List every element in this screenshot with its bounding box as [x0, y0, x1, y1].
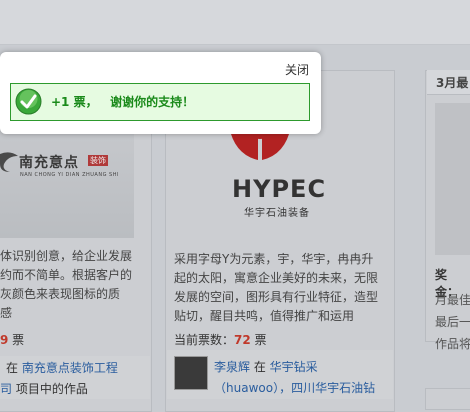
project-link-left-cont[interactable]: 司 — [0, 382, 12, 396]
project-link-mid-cont[interactable]: （huawoo），四川华宇石油钻 — [214, 379, 375, 396]
success-message-box: +1 票， 谢谢你的支持！ — [10, 83, 310, 121]
author-link[interactable]: 李泉辉 — [214, 360, 250, 374]
vote-success-popup: 关闭 +1 票， 谢谢你的支持！ — [0, 52, 321, 134]
author-info-left: 在 南充意点装饰工程 司 项目中的作品 — [0, 356, 150, 399]
author-line-mid: 李泉辉 在 华宇钻采 — [214, 360, 318, 374]
nanchong-logo-text: 南充意点 — [19, 155, 79, 171]
top-bar — [0, 0, 470, 45]
vote-count-left: 9 票 — [0, 333, 25, 347]
vote-count-mid: 当前票数：72 票 — [174, 333, 267, 347]
nanchong-logo-sub: NAN CHONG YI DIAN ZHUANG SHI — [20, 172, 119, 178]
work-description-mid: 采用字母Y为元素，宇，华宇，冉冉升 起的太阳，寓意企业美好的未来，无限 发展的空… — [174, 252, 379, 323]
hypec-logo-text: HYPEC — [232, 175, 327, 203]
contest-image[interactable] — [435, 103, 470, 255]
close-button[interactable]: 关闭 — [285, 61, 309, 78]
nanchong-logo-icon — [0, 152, 18, 172]
nanchong-logo-badge: 装饰 — [88, 155, 108, 166]
hypec-logo-sub: 华宇石油装备 — [244, 208, 310, 219]
project-link-left[interactable]: 南充意点装饰工程 — [22, 361, 118, 375]
contest-panel-title: 3月最 — [436, 76, 469, 90]
work-image-left[interactable] — [0, 118, 134, 238]
project-link-mid[interactable]: 华宇钻采 — [270, 360, 318, 374]
contest-panel-right-2 — [425, 388, 470, 410]
check-icon — [15, 88, 42, 115]
avatar[interactable] — [174, 356, 208, 390]
success-message: +1 票， 谢谢你的支持！ — [51, 95, 195, 109]
contest-description: 月最佳 最后一 作品将 — [435, 293, 470, 351]
work-description-left: 体识别创意，给企业发展 约而不简单。根据客户的 灰颜色来表现图标的质 感 — [0, 249, 133, 320]
